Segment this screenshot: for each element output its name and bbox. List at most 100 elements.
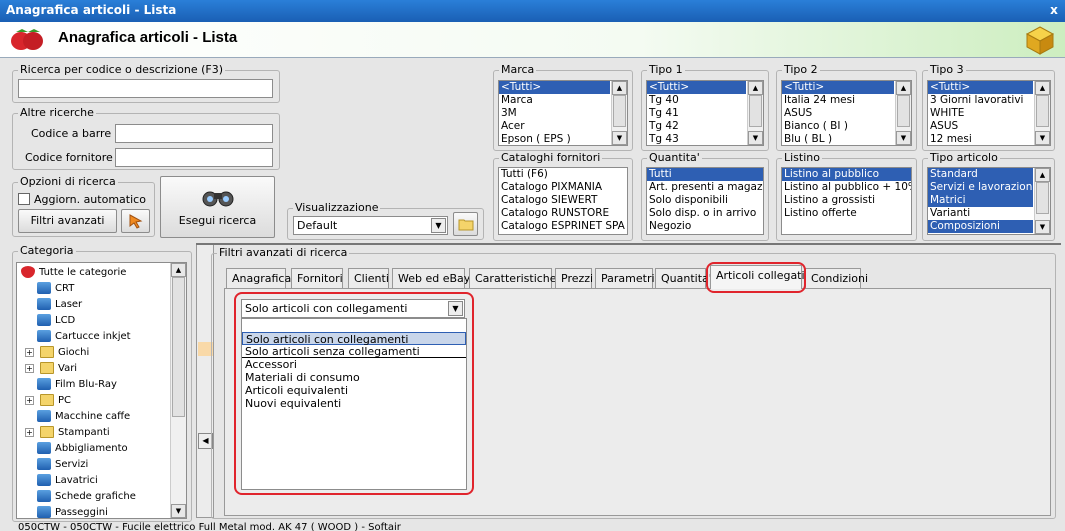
marca-listbox[interactable]: <Tutti> Marca 3M Acer Epson ( EPS ) ▲ ▼ [498, 80, 628, 146]
list-item[interactable]: Listino offerte [782, 207, 911, 220]
list-item[interactable]: Matrici [928, 194, 1033, 207]
tree-item[interactable]: Lavatrici [21, 473, 186, 489]
tipo3-scrollbar[interactable]: ▲ ▼ [1034, 81, 1050, 145]
scroll-thumb[interactable] [1036, 182, 1049, 214]
scroll-up-icon[interactable]: ▲ [1035, 81, 1050, 95]
list-item[interactable]: Tg 40 [647, 94, 746, 107]
list-item[interactable]: <Tutti> [782, 81, 894, 94]
scroll-up-icon[interactable]: ▲ [748, 81, 763, 95]
tab-web-ed-ebay[interactable]: Web ed eBay [392, 268, 470, 289]
scroll-down-icon[interactable]: ▼ [171, 504, 186, 518]
cube-icon[interactable] [1025, 25, 1055, 55]
expand-icon[interactable]: + [25, 427, 34, 437]
tree-item[interactable]: Abbigliamento [21, 441, 186, 457]
chevron-down-icon[interactable]: ▼ [431, 218, 446, 233]
tab-anagrafica[interactable]: Anagrafica [226, 268, 291, 289]
barcode-input[interactable] [115, 124, 273, 143]
listino-listbox[interactable]: Listino al pubblico Listino al pubblico +… [781, 167, 912, 235]
list-item[interactable]: Solo disp. o in arrivo [647, 207, 763, 220]
tab-caratteristiche[interactable]: Caratteristiche [469, 268, 557, 289]
tree-item[interactable]: Laser [21, 297, 186, 313]
scroll-thumb[interactable] [1036, 95, 1049, 127]
tree-item[interactable]: Servizi [21, 457, 186, 473]
list-item[interactable]: Tg 43 [647, 133, 746, 145]
tipo1-listbox[interactable]: <Tutti> Tg 40 Tg 41 Tg 42 Tg 43 ▲ ▼ [646, 80, 764, 146]
tab-fornitori[interactable]: Fornitori [291, 268, 343, 289]
scroll-up-icon[interactable]: ▲ [612, 81, 627, 95]
tree-item[interactable]: + PC [21, 393, 186, 409]
list-item[interactable]: Acer [499, 120, 610, 133]
search-input[interactable] [18, 79, 273, 98]
category-tree[interactable]: Tutte le categorie CRT Laser LCD Cartucce in… [16, 262, 187, 519]
list-item[interactable]: ASUS [782, 107, 894, 120]
list-item[interactable]: <Tutti> [499, 81, 610, 94]
list-item[interactable]: Tg 41 [647, 107, 746, 120]
list-item[interactable]: Catalogo ESPRINET SPA [499, 220, 627, 233]
expand-icon[interactable]: + [25, 395, 34, 405]
list-item[interactable]: 3 Giorni lavorativi [928, 94, 1033, 107]
list-item[interactable]: Servizi e lavorazioni [928, 181, 1035, 194]
tab-parametri[interactable]: Parametri [595, 268, 655, 289]
list-item[interactable]: Catalogo RUNSTORE [499, 207, 627, 220]
scroll-up-icon[interactable]: ▲ [171, 263, 186, 277]
list-item[interactable]: 12 mesi [928, 133, 1033, 145]
tab-clienti[interactable]: Clienti [348, 268, 389, 289]
tree-item[interactable]: Tutte le categorie [21, 265, 186, 281]
arrow-tool-button[interactable] [121, 209, 150, 233]
list-item[interactable]: Negozio [647, 220, 763, 233]
list-item[interactable]: Epson ( EPS ) [499, 133, 610, 145]
close-icon[interactable]: x [1047, 3, 1061, 17]
view-select[interactable]: Default ▼ [293, 216, 448, 235]
scroll-up-icon[interactable]: ▲ [1035, 168, 1050, 182]
expand-icon[interactable]: + [25, 347, 34, 357]
list-item[interactable]: Blu ( BL ) [782, 133, 894, 145]
scroll-down-icon[interactable]: ▼ [748, 131, 763, 145]
list-item[interactable]: Listino a grossisti [782, 194, 911, 207]
tipo3-listbox[interactable]: <Tutti> 3 Giorni lavorativi WHITE ASUS 12 me… [927, 80, 1051, 146]
expand-icon[interactable]: + [25, 363, 34, 373]
list-item[interactable]: <Tutti> [647, 81, 746, 94]
list-item[interactable]: Solo disponibili [647, 194, 763, 207]
tipo1-scrollbar[interactable]: ▲ ▼ [747, 81, 763, 145]
list-item[interactable]: Composizioni [928, 220, 1033, 233]
list-item[interactable]: Bianco ( BI ) [782, 120, 894, 133]
tree-item[interactable]: + Giochi [21, 345, 186, 361]
scroll-thumb[interactable] [613, 95, 626, 127]
list-item[interactable]: Marca [499, 94, 610, 107]
quantita-listbox[interactable]: TuttiArt. presenti a magazzinoSolo dispo… [646, 167, 764, 235]
scroll-down-icon[interactable]: ▼ [612, 131, 627, 145]
list-item[interactable]: Art. presenti a magazzino [647, 181, 763, 194]
tipo2-listbox[interactable]: <Tutti> Italia 24 mesi ASUS Bianco ( BI ) Bl… [781, 80, 912, 146]
advanced-filters-button[interactable]: Filtri avanzati [18, 209, 117, 233]
tree-item[interactable]: Macchine caffe [21, 409, 186, 425]
tipo_articolo-listbox[interactable]: Standard Servizi e lavorazioni Matrici Vari… [927, 167, 1051, 235]
tipo2-scrollbar[interactable]: ▲ ▼ [895, 81, 911, 145]
list-item[interactable]: Tg 42 [647, 120, 746, 133]
tree-item[interactable]: Schede grafiche [21, 489, 186, 505]
list-item[interactable]: Catalogo PIXMANIA [499, 181, 627, 194]
list-item[interactable]: Italia 24 mesi [782, 94, 894, 107]
tree-item[interactable]: Passeggini [21, 505, 186, 518]
list-item[interactable]: Listino al pubblico + 10% [782, 181, 911, 194]
supplier-code-input[interactable] [115, 148, 273, 167]
list-item[interactable]: Standard [928, 168, 1033, 181]
cataloghi-listbox[interactable]: Tutti (F6) Catalogo PIXMANIA Catalogo SIEW… [498, 167, 628, 235]
scroll-thumb[interactable] [897, 95, 910, 127]
list-item[interactable]: Listino al pubblico [782, 168, 911, 181]
list-item[interactable]: Catalogo SIEWERT [499, 194, 627, 207]
list-item[interactable]: Tutti [647, 168, 763, 181]
list-item[interactable]: Tutti (F6) [499, 168, 627, 181]
tree-item[interactable]: + Vari [21, 361, 186, 377]
scroll-thumb[interactable] [749, 95, 762, 127]
tipo_articolo-scrollbar[interactable]: ▲ ▼ [1034, 168, 1050, 234]
tree-item[interactable]: Cartucce inkjet [21, 329, 186, 345]
list-item[interactable]: Varianti [928, 207, 1033, 220]
tree-item[interactable]: CRT [21, 281, 186, 297]
open-folder-button[interactable] [453, 212, 478, 236]
marca-scrollbar[interactable]: ▲ ▼ [611, 81, 627, 145]
list-item[interactable]: ASUS [928, 120, 1033, 133]
scroll-down-icon[interactable]: ▼ [1035, 131, 1050, 145]
category-scrollbar[interactable]: ▲ ▼ [170, 263, 186, 518]
list-item[interactable]: WHITE [928, 107, 1033, 120]
scroll-down-icon[interactable]: ▼ [896, 131, 911, 145]
